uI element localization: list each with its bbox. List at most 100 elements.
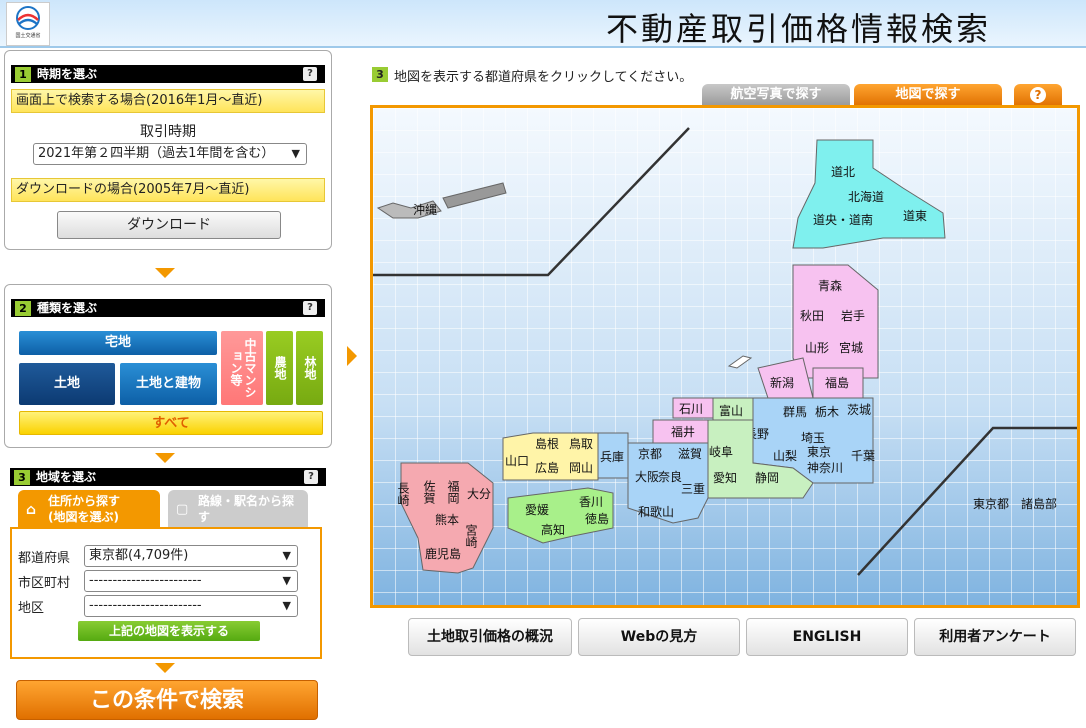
district-label: 地区: [18, 601, 45, 616]
show-map-button[interactable]: 上記の地図を表示する: [78, 621, 260, 641]
step3-title: 地域を選ぶ: [36, 470, 97, 484]
screen-search-label: 画面上で検索する場合(2016年1月～直近): [11, 89, 325, 113]
label-okinawa: 沖縄: [413, 202, 437, 217]
chevron-down-icon: ▼: [291, 147, 300, 160]
step2-header: 2 種類を選ぶ ?: [11, 299, 325, 317]
step3-number: 3: [14, 470, 30, 485]
label-nagasaki: 長崎: [396, 482, 410, 506]
arrow-down-icon: [155, 663, 175, 673]
label-oita: 大分: [467, 487, 491, 501]
tab-map[interactable]: 地図で探す: [854, 84, 1002, 106]
district-select[interactable]: ------------------------ ▼: [84, 595, 298, 617]
label-fukushima: 福島: [825, 375, 849, 390]
help-icon: ?: [1030, 87, 1046, 103]
chevron-down-icon: ▼: [282, 549, 291, 562]
japan-map: 沖縄 道北 北海道 道央・道南 道東 青森 秋田 岩手 山形 宮城 新潟 福島 …: [370, 105, 1080, 608]
search-button[interactable]: この条件で検索: [16, 680, 318, 720]
rinchi-button[interactable]: 林地: [296, 331, 323, 405]
tab-aerial-photo[interactable]: 航空写真で探す: [702, 84, 850, 106]
step1-help-icon[interactable]: ?: [303, 67, 317, 81]
period-select[interactable]: 2021年第２四半期（過去1年間を含む） ▼: [33, 143, 307, 165]
pref-label: 都道府県: [18, 551, 71, 566]
district-select-value: ------------------------: [89, 598, 202, 613]
label-tokyo: 東京: [807, 445, 831, 459]
web-guide-link[interactable]: Webの見方: [578, 618, 740, 656]
download-label: ダウンロードの場合(2005年7月～直近): [11, 178, 325, 202]
map-step-number: 3: [372, 67, 388, 82]
step3-header: 3 地域を選ぶ ?: [10, 468, 326, 486]
label-saitama: 埼玉: [801, 431, 825, 445]
label-hiroshima: 広島: [535, 460, 559, 475]
step1-header: 1 時期を選ぶ ?: [11, 65, 325, 83]
label-tokyo-islands: 東京都 諸島部: [973, 496, 1057, 511]
download-button[interactable]: ダウンロード: [57, 211, 281, 239]
label-aomori: 青森: [818, 278, 842, 293]
step3-help-icon[interactable]: ?: [304, 470, 318, 484]
pref-select-value: 東京都(4,709件): [89, 548, 189, 563]
tab-station-search[interactable]: ▢ 路線・駅名から探す: [168, 490, 308, 528]
tab-station-label: 路線・駅名から探す: [198, 494, 295, 524]
label-yamaguchi: 山口: [505, 454, 529, 468]
period-label: 取引時期: [140, 124, 196, 140]
overview-link[interactable]: 土地取引価格の概況: [408, 618, 572, 656]
pref-okinawa-islands[interactable]: [442, 182, 507, 209]
pref-select[interactable]: 東京都(4,709件) ▼: [84, 545, 298, 567]
label-dochuo: 道央・道南: [813, 212, 873, 227]
step2-help-icon[interactable]: ?: [303, 301, 317, 315]
label-shiga: 滋賀: [678, 447, 702, 461]
takuchi-button[interactable]: 宅地: [19, 331, 217, 355]
step1-number: 1: [15, 67, 31, 82]
label-miyagi: 宮城: [839, 340, 863, 355]
nochi-button[interactable]: 農地: [266, 331, 293, 405]
english-link[interactable]: ENGLISH: [746, 618, 908, 656]
label-ishikawa: 石川: [679, 402, 703, 416]
tochi-button[interactable]: 土地: [19, 363, 115, 405]
label-kagawa: 香川: [579, 495, 603, 509]
island-sado[interactable]: [727, 355, 753, 369]
label-kagoshima: 鹿児島: [425, 546, 461, 561]
step1-title: 時期を選ぶ: [37, 67, 98, 81]
region-form: 都道府県 東京都(4,709件) ▼ 市区町村 -----------------…: [10, 527, 322, 659]
label-aichi: 愛知: [713, 471, 737, 485]
chevron-down-icon: ▼: [282, 599, 291, 612]
label-nara: 奈良: [658, 469, 682, 484]
mansion-button[interactable]: 中古マンション等: [221, 331, 263, 405]
label-doto: 道東: [903, 209, 927, 223]
label-shizuoka: 静岡: [755, 471, 779, 485]
tab-address-search[interactable]: ⌂ 住所から探す (地図を選ぶ): [18, 490, 160, 528]
arrow-down-icon: [155, 453, 175, 463]
label-hokkaido: 北海道: [848, 189, 884, 204]
label-gunma: 群馬: [783, 405, 807, 419]
label-ehime: 愛媛: [525, 503, 549, 517]
label-fukui: 福井: [671, 424, 695, 439]
tab-help[interactable]: ?: [1014, 84, 1062, 106]
header: 国土交通省 不動産取引価格情報検索: [0, 0, 1086, 48]
label-doh: 道北: [831, 165, 855, 179]
label-kyoto: 京都: [638, 447, 662, 461]
logo-mark-icon: [16, 6, 40, 30]
label-fukuoka: 福岡: [446, 479, 460, 504]
city-select[interactable]: ------------------------ ▼: [84, 570, 298, 592]
label-tokushima: 徳島: [585, 511, 609, 526]
step2-panel: 2 種類を選ぶ ? 宅地 土地 土地と建物 中古マンション等 農地 林地 すべて: [4, 284, 332, 448]
label-yamagata: 山形: [805, 341, 829, 355]
label-akita: 秋田: [800, 309, 824, 323]
label-osaka: 大阪: [635, 470, 659, 484]
home-icon: ⌂: [26, 502, 37, 518]
label-gifu: 岐阜: [709, 445, 733, 459]
step2-title: 種類を選ぶ: [37, 301, 98, 315]
logo-text: 国土交通省: [15, 33, 41, 39]
city-label: 市区町村: [18, 576, 71, 591]
label-toyama: 富山: [719, 403, 743, 418]
label-chiba: 千葉: [851, 449, 875, 463]
label-niigata: 新潟: [770, 375, 794, 390]
subete-button[interactable]: すべて: [19, 411, 323, 435]
mlit-logo[interactable]: 国土交通省: [6, 2, 50, 46]
step2-number: 2: [15, 301, 31, 316]
survey-link[interactable]: 利用者アンケート: [914, 618, 1076, 656]
label-mie: 三重: [681, 482, 705, 496]
label-kumamoto: 熊本: [435, 512, 459, 527]
label-saga: 佐賀: [422, 480, 436, 505]
label-ibaraki: 茨城: [847, 403, 871, 417]
tochi-tatemono-button[interactable]: 土地と建物: [120, 363, 217, 405]
